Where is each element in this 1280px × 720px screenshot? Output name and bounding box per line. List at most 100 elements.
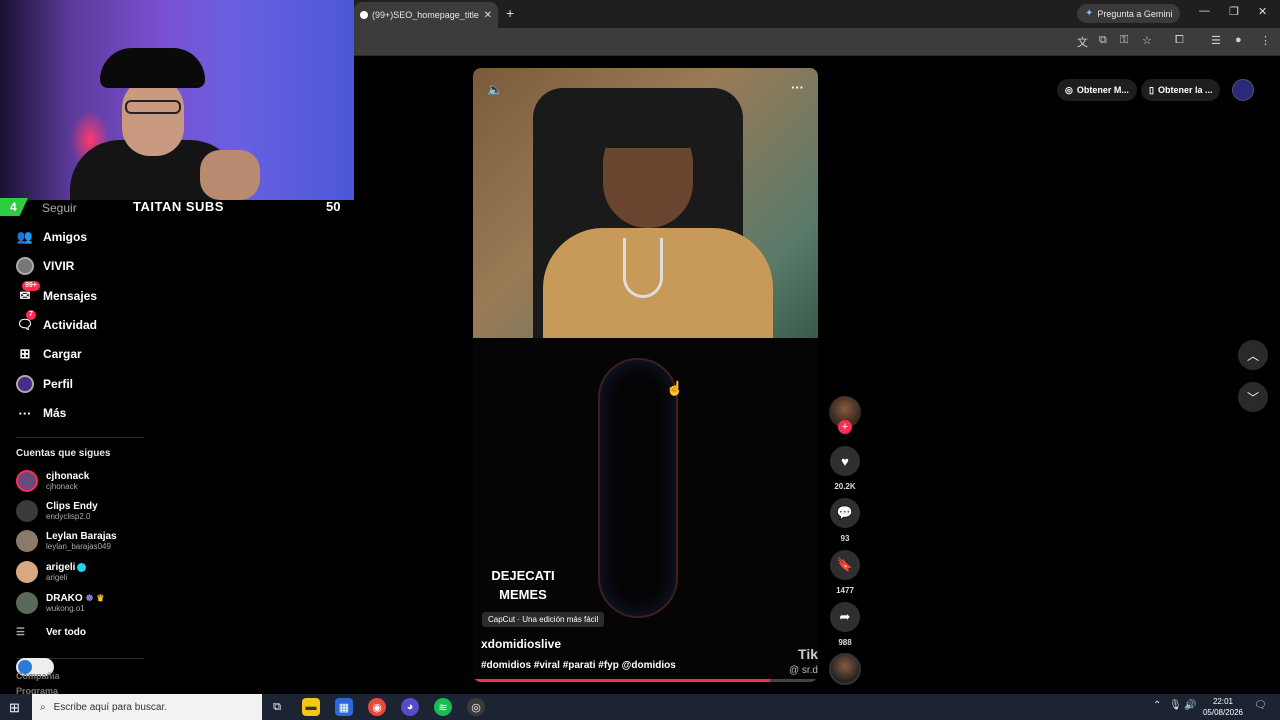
store-icon[interactable]: ▦: [335, 698, 353, 716]
video-progress-fill: [473, 679, 770, 682]
video-player[interactable]: 🔈 ··· DEJECATI MEMES CapCut · Una edició…: [473, 68, 818, 682]
obs-icon[interactable]: ◎: [467, 698, 485, 716]
close-tab-icon[interactable]: ✕: [484, 10, 492, 21]
menu-kebab-icon[interactable]: ⋮: [1260, 34, 1271, 47]
bookmark-star-icon[interactable]: ☆: [1142, 34, 1152, 47]
next-video-button[interactable]: ﹀: [1238, 382, 1268, 412]
volume-tray-icon[interactable]: 🔊: [1184, 700, 1196, 711]
nav-upload[interactable]: ⊞ Cargar: [16, 343, 82, 365]
tab-search-icon[interactable]: ☰: [1211, 34, 1221, 47]
tiktok-watermark: Tik: [798, 646, 818, 662]
music-disc-avatar[interactable]: [829, 653, 861, 685]
account-name: cjhonack: [46, 471, 90, 482]
previous-video-button[interactable]: ︿: [1238, 340, 1268, 370]
taskbar-clock[interactable]: 22:01 05/08/2026: [1196, 696, 1250, 718]
webcam-overlay: [0, 0, 354, 200]
nav-activity[interactable]: 🗨 7 Actividad: [16, 310, 97, 336]
video-author[interactable]: xdomidioslive: [481, 637, 561, 651]
windows-start-icon[interactable]: ⊞: [9, 700, 20, 716]
nav-label: VIVIR: [43, 259, 75, 273]
profile-icon[interactable]: ●: [1235, 34, 1242, 46]
file-explorer-icon[interactable]: ▬: [302, 698, 320, 716]
following-accounts-title: Cuentas que sigues: [16, 448, 111, 459]
account-name: Leylan Barajas: [46, 531, 117, 542]
gemini-button[interactable]: ✦ Pregunta a Gemini: [1077, 4, 1181, 23]
account-item[interactable]: DRAKO ☸ ♛ wukong.o1: [16, 592, 104, 614]
nav-following[interactable]: Seguir: [42, 197, 77, 219]
tray-chevron-icon[interactable]: ⌃: [1153, 700, 1161, 711]
account-name: Clips Endy: [46, 501, 98, 512]
get-app-label-2: Obtener la ...: [1157, 85, 1213, 95]
account-avatar: [16, 592, 38, 614]
see-all-button[interactable]: ☰ Ver todo: [16, 627, 86, 638]
save-count: 1477: [836, 586, 854, 595]
more-options-icon[interactable]: ···: [791, 80, 804, 95]
microphone-icon[interactable]: 🎙: [1169, 700, 1182, 711]
nav-friends[interactable]: 👥 Amigos: [16, 226, 87, 248]
gemini-spark-icon: ✦: [1085, 8, 1094, 19]
new-tab-button[interactable]: +: [506, 5, 514, 21]
live-avatar-icon: [16, 257, 34, 275]
activity-badge: 7: [26, 310, 36, 320]
browser-tab[interactable]: (99+)SEO_homepage_title ✕: [354, 2, 498, 28]
share-count: 988: [838, 638, 852, 647]
webcam-person-face: [122, 78, 184, 156]
nav-profile[interactable]: Perfil: [16, 373, 73, 395]
volume-icon[interactable]: 🔈: [487, 82, 503, 98]
friends-icon: 👥: [16, 229, 34, 244]
translate-icon[interactable]: 文: [1077, 34, 1088, 50]
account-handle: endyclisp2.0: [46, 512, 91, 521]
chevron-down-icon: ﹀: [1246, 390, 1259, 405]
account-name: arigeli: [46, 562, 76, 573]
save-button[interactable]: 🔖 1477: [830, 550, 860, 595]
comment-icon: 💬: [830, 498, 860, 528]
account-handle: arigeli: [46, 573, 68, 582]
nav-messages[interactable]: ✉ 99+ Mensajes: [16, 281, 97, 307]
comment-button[interactable]: 💬 93: [830, 498, 860, 543]
nav-live[interactable]: VIVIR: [16, 255, 74, 277]
chrome-icon[interactable]: ◉: [368, 698, 386, 716]
spotify-icon[interactable]: ≋: [434, 698, 452, 716]
minimize-icon[interactable]: —: [1199, 5, 1210, 17]
restore-icon[interactable]: ❐: [1229, 5, 1239, 18]
webcam-glasses: [125, 100, 181, 114]
account-avatar: [16, 500, 38, 522]
heart-icon: ♥: [830, 446, 860, 476]
footer-company[interactable]: Compañía: [16, 671, 60, 681]
nav-more[interactable]: ··· Más: [16, 402, 67, 424]
capcut-tag[interactable]: CapCut · Una edición más fácil: [482, 612, 605, 627]
see-all-label: Ver todo: [46, 627, 87, 638]
like-button[interactable]: ♥ 20.2K: [830, 446, 860, 491]
upload-plus-icon: ⊞: [19, 346, 31, 361]
video-hashtags[interactable]: #domidios #viral #parati #fyp @domidios: [481, 660, 676, 671]
account-item[interactable]: cjhonack cjhonack: [16, 470, 89, 492]
tiktok-favicon-icon: [360, 11, 368, 19]
user-avatar[interactable]: [1232, 79, 1254, 101]
notifications-icon[interactable]: 🗨: [1254, 700, 1267, 711]
mobile-app-icon: ▯: [1149, 84, 1154, 95]
extensions-icon[interactable]: ⧠: [1175, 34, 1184, 47]
get-mobile-app-button[interactable]: ▯ Obtener la ...: [1141, 79, 1221, 101]
close-window-icon[interactable]: ✕: [1258, 5, 1267, 18]
messages-icon: ✉ 99+: [16, 281, 40, 305]
share-button[interactable]: ➦ 988: [830, 602, 860, 647]
discord-icon[interactable]: ◕: [401, 698, 419, 716]
video-chain: [623, 238, 663, 298]
profile-avatar-icon: [16, 375, 34, 393]
video-progress-bar[interactable]: [473, 679, 818, 682]
get-app-label-1: Obtener M...: [1076, 85, 1129, 95]
mouse-cursor-icon: ☝: [666, 380, 684, 396]
taskbar-search-box[interactable]: ⌕ Escribe aquí para buscar.: [32, 694, 262, 720]
nav-label: Amigos: [43, 230, 88, 244]
account-item[interactable]: Clips Endy endyclisp2.0: [16, 500, 98, 522]
install-app-icon[interactable]: ⧉: [1099, 34, 1107, 47]
overlay-line-1: DEJECATI: [491, 568, 555, 583]
task-view-icon[interactable]: ⧉: [268, 698, 286, 716]
search-icon: ⌕: [40, 701, 46, 713]
follow-plus-icon[interactable]: +: [838, 420, 852, 434]
password-key-icon[interactable]: ⚿: [1120, 34, 1128, 47]
account-item[interactable]: arigeli arigeli: [16, 561, 87, 583]
get-desktop-app-button[interactable]: ◎ Obtener M...: [1057, 79, 1137, 101]
account-item[interactable]: Leylan Barajas leylan_barajas049: [16, 530, 117, 552]
account-avatar: [16, 530, 38, 552]
